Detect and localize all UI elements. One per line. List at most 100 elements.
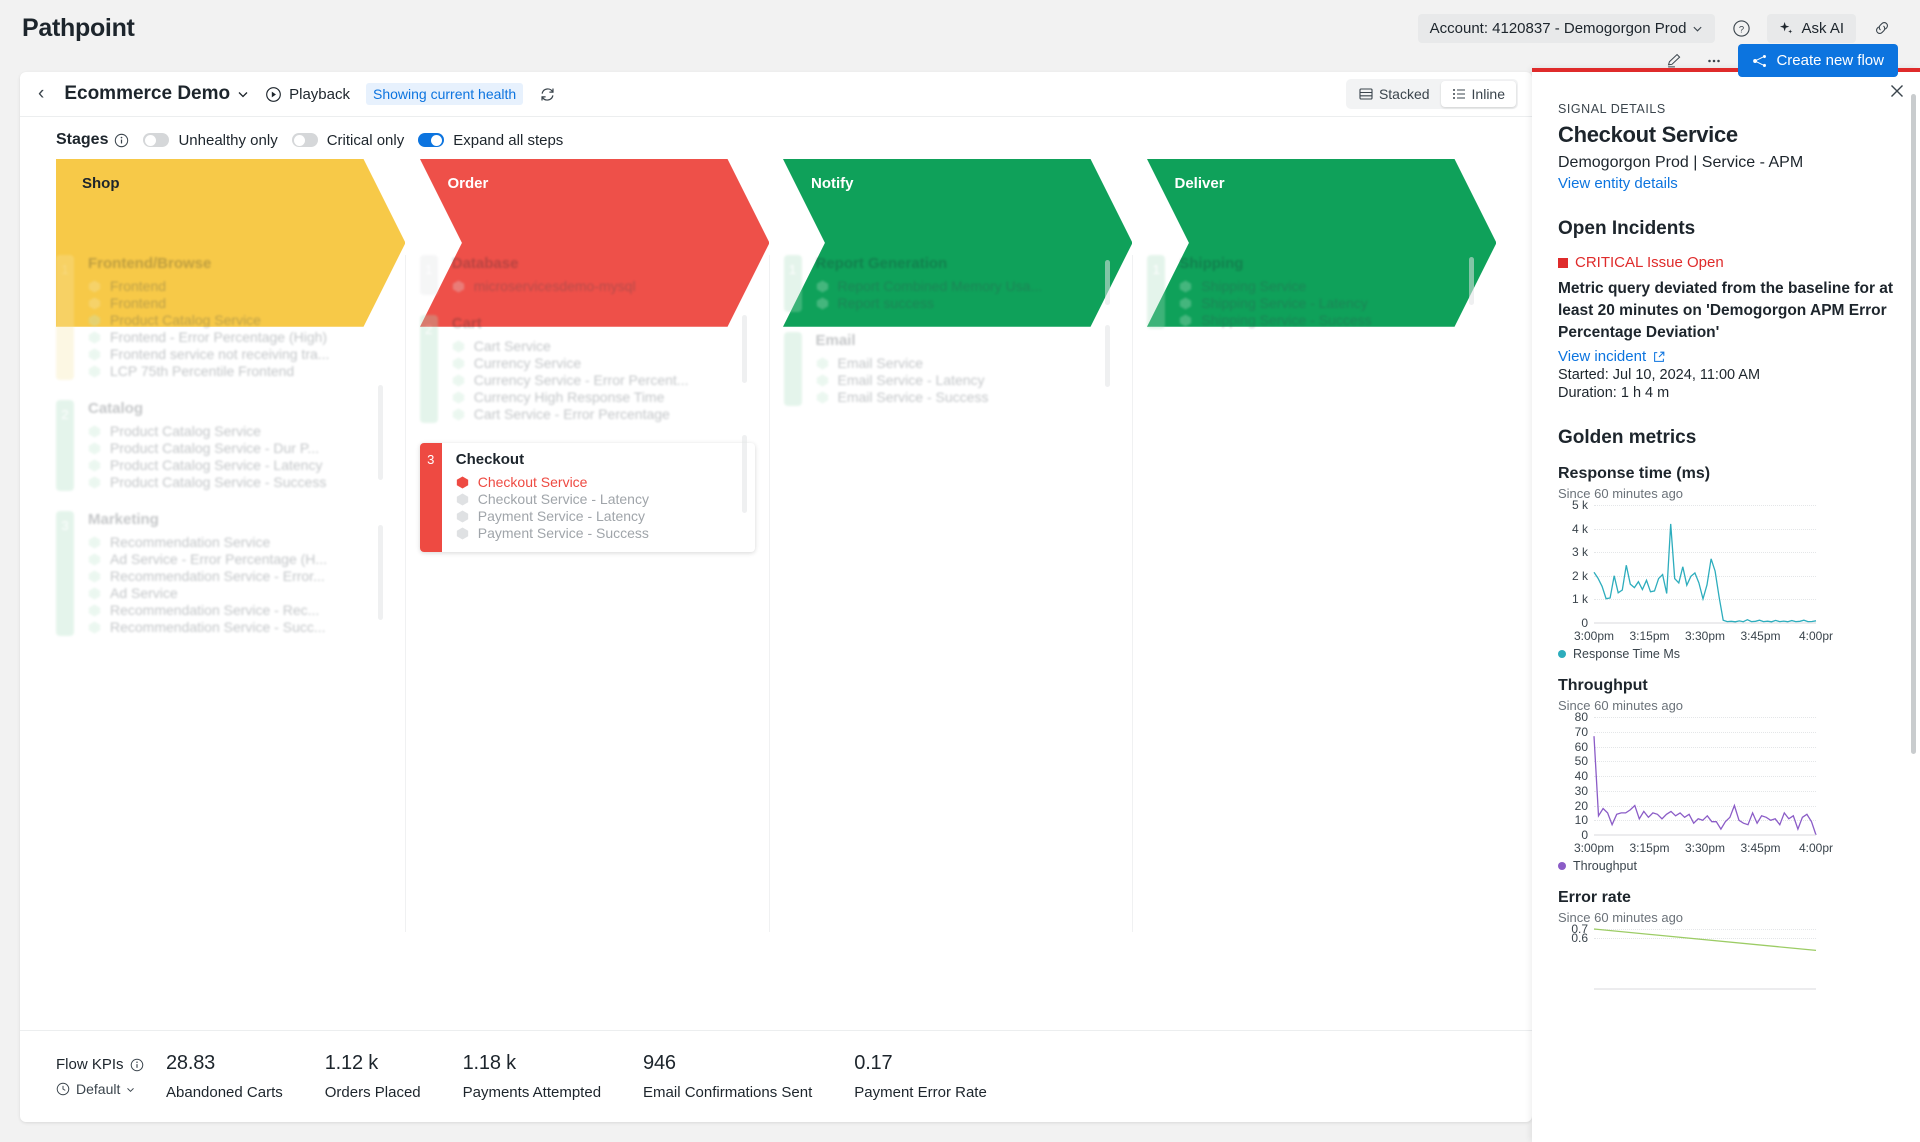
level-report-generation[interactable]: 1Report GenerationReport Combined Memory…	[784, 255, 1119, 312]
step-item[interactable]: Product Catalog Service - Success	[88, 474, 391, 491]
step-item[interactable]: Payment Service - Success	[456, 525, 741, 542]
step-item[interactable]: Frontend - Error Percentage (High)	[88, 329, 391, 346]
level-shipping[interactable]: 1ShippingShipping ServiceShipping Servic…	[1147, 255, 1482, 329]
step-item[interactable]: Payment Service - Latency	[456, 508, 741, 525]
step-item[interactable]: Checkout Service	[456, 474, 741, 491]
create-new-flow-button[interactable]: Create new flow	[1738, 44, 1898, 77]
step-item[interactable]: Product Catalog Service - Dur P...	[88, 440, 391, 457]
step-item[interactable]: LCP 75th Percentile Frontend	[88, 363, 391, 380]
panel-scrollbar[interactable]	[1911, 94, 1916, 754]
level-catalog[interactable]: 2CatalogProduct Catalog ServiceProduct C…	[56, 400, 391, 491]
column-scrollbar[interactable]	[1469, 257, 1474, 305]
refresh-button[interactable]	[539, 86, 556, 103]
column-scrollbar[interactable]	[742, 315, 747, 383]
step-label: Email Service	[838, 356, 924, 371]
playback-button[interactable]: Playback	[265, 86, 350, 103]
step-label: Email Service - Latency	[838, 373, 985, 388]
kpi-item[interactable]: 0.17Payment Error Rate	[854, 1052, 1029, 1101]
back-button[interactable]: ‹	[34, 83, 48, 105]
step-item[interactable]: Shipping Service - Latency	[1179, 295, 1482, 312]
step-item[interactable]: Report success	[816, 295, 1119, 312]
step-item[interactable]: Cart Service - Error Percentage	[452, 406, 755, 423]
view-mode-inline[interactable]: Inline	[1441, 81, 1516, 107]
step-item[interactable]: Frontend	[88, 278, 391, 295]
panel-content: SIGNAL DETAILS Checkout Service Demogorg…	[1532, 72, 1920, 1142]
expand-all-steps-switch[interactable]	[418, 133, 444, 147]
step-item[interactable]: Email Service	[816, 355, 1119, 372]
chart-legend[interactable]: Throughput	[1558, 859, 1894, 873]
critical-only-switch[interactable]	[292, 133, 318, 147]
info-icon[interactable]	[114, 133, 129, 148]
toggle-unhealthy-only[interactable]: Unhealthy only	[143, 132, 277, 149]
view-entity-details-link[interactable]: View entity details	[1558, 175, 1894, 192]
toggle-critical-only[interactable]: Critical only	[292, 132, 405, 149]
step-item[interactable]: microservicesdemo-mysql	[452, 278, 755, 295]
flow-name-selector[interactable]: Ecommerce Demo	[64, 83, 249, 105]
step-item[interactable]: Ad Service	[88, 585, 391, 602]
view-mode-stacked[interactable]: Stacked	[1348, 81, 1441, 107]
chart-legend[interactable]: Response Time Ms	[1558, 647, 1894, 661]
level-title: Marketing	[88, 511, 391, 528]
step-item[interactable]: Recommendation Service - Error...	[88, 568, 391, 585]
kpi-period-selector[interactable]: Default	[56, 1081, 166, 1097]
toggle-expand-all-steps[interactable]: Expand all steps	[418, 132, 563, 149]
health-status-chip[interactable]: Showing current health	[366, 83, 523, 105]
view-incident-row[interactable]: View incident	[1558, 348, 1894, 365]
level-checkout[interactable]: 3CheckoutCheckout ServiceCheckout Servic…	[420, 443, 755, 552]
stage-deliver[interactable]: Deliver	[1147, 159, 1497, 207]
kpi-item[interactable]: 946Email Confirmations Sent	[643, 1052, 854, 1101]
more-options-button[interactable]	[1698, 45, 1730, 77]
chart-plot[interactable]: 0.60.7	[1594, 929, 1816, 969]
step-label: Product Catalog Service - Success	[110, 475, 326, 490]
step-item[interactable]: Currency Service	[452, 355, 755, 372]
stage-label: Order	[420, 175, 489, 192]
step-item[interactable]: Email Service - Success	[816, 389, 1119, 406]
column-scrollbar[interactable]	[1105, 325, 1110, 387]
column-scrollbar[interactable]	[378, 525, 383, 620]
info-icon[interactable]	[130, 1058, 144, 1072]
step-item[interactable]: Checkout Service - Latency	[456, 491, 741, 508]
step-item[interactable]: Shipping Service	[1179, 278, 1482, 295]
step-item[interactable]: Shipping Service - Success	[1179, 312, 1482, 329]
level-marketing[interactable]: 3MarketingRecommendation ServiceAd Servi…	[56, 511, 391, 636]
step-item[interactable]: Report Combined Memory Usa...	[816, 278, 1119, 295]
column-scrollbar[interactable]	[1105, 260, 1110, 305]
kpi-item[interactable]: 28.83Abandoned Carts	[166, 1052, 325, 1101]
selected-level-card[interactable]: 3CheckoutCheckout ServiceCheckout Servic…	[420, 443, 755, 552]
step-item[interactable]: Currency High Response Time	[452, 389, 755, 406]
level-cart[interactable]: 2CartCart ServiceCurrency ServiceCurrenc…	[420, 315, 755, 423]
step-item[interactable]: Currency Service - Error Percent...	[452, 372, 755, 389]
step-item[interactable]: Frontend service not receiving tra...	[88, 346, 391, 363]
step-item[interactable]: Product Catalog Service	[88, 423, 391, 440]
step-item[interactable]: Frontend	[88, 295, 391, 312]
column-scrollbar[interactable]	[742, 435, 747, 513]
step-item[interactable]: Recommendation Service - Succ...	[88, 619, 391, 636]
column-scrollbar[interactable]	[378, 385, 383, 480]
unhealthy-only-switch[interactable]	[143, 133, 169, 147]
step-item[interactable]: Recommendation Service	[88, 534, 391, 551]
kpi-item[interactable]: 1.18 kPayments Attempted	[463, 1052, 643, 1101]
step-item[interactable]: Email Service - Latency	[816, 372, 1119, 389]
view-incident-link[interactable]: View incident	[1558, 348, 1646, 365]
copy-link-button[interactable]	[1866, 12, 1898, 44]
step-item[interactable]: Product Catalog Service - Latency	[88, 457, 391, 474]
level-database[interactable]: 1Databasemicroservicesdemo-mysql	[420, 255, 755, 295]
stage-shop[interactable]: Shop	[56, 159, 406, 207]
level-email[interactable]: EmailEmail ServiceEmail Service - Latenc…	[784, 332, 1119, 406]
step-item[interactable]: Ad Service - Error Percentage (H...	[88, 551, 391, 568]
stage-notify[interactable]: Notify	[783, 159, 1133, 207]
kpi-item[interactable]: 1.12 kOrders Placed	[325, 1052, 463, 1101]
level-number: 3	[56, 511, 74, 636]
legend-dot-icon	[1558, 862, 1566, 870]
step-item[interactable]: Cart Service	[452, 338, 755, 355]
edit-flow-button[interactable]	[1658, 45, 1690, 77]
chart-plot[interactable]: 010203040506070803:00pm3:15pm3:30pm3:45p…	[1594, 717, 1816, 835]
level-frontend-browse[interactable]: 1Frontend/BrowseFrontendFrontendProduct …	[56, 255, 391, 380]
step-item[interactable]: Recommendation Service - Rec...	[88, 602, 391, 619]
step-item[interactable]: Product Catalog Service	[88, 312, 391, 329]
account-selector[interactable]: Account: 4120837 - Demogorgon Prod	[1418, 14, 1716, 43]
chart-plot[interactable]: 01 k2 k3 k4 k5 k3:00pm3:15pm3:30pm3:45pm…	[1594, 505, 1816, 623]
help-button[interactable]: ?	[1725, 12, 1757, 44]
stage-order[interactable]: Order	[420, 159, 770, 207]
ask-ai-button[interactable]: Ask AI	[1767, 14, 1856, 43]
